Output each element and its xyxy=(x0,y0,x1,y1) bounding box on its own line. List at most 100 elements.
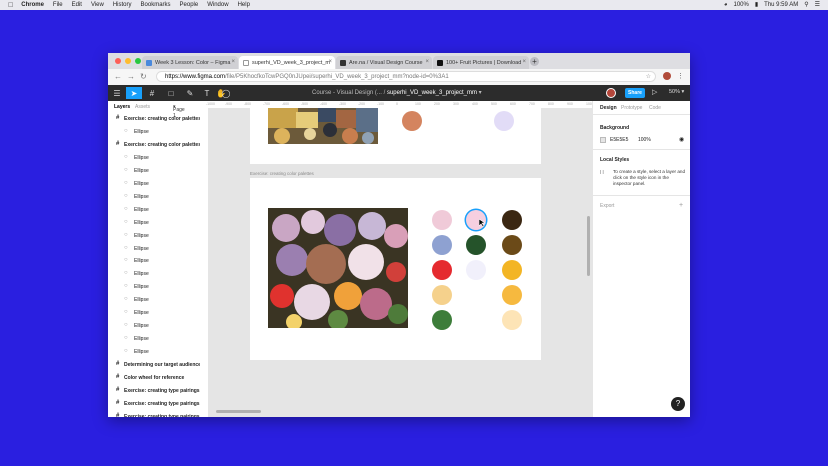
frame-label[interactable]: Exercise: creating color palettes xyxy=(250,171,314,176)
ellipse-icon: ○ xyxy=(124,335,128,342)
forward-icon[interactable]: → xyxy=(127,72,135,81)
tab-fruit-pictures[interactable]: 100+ Fruit Pictures | Download × xyxy=(433,56,529,69)
tab-design[interactable]: Design xyxy=(600,105,617,111)
frame-tool-icon[interactable]: # xyxy=(145,87,159,99)
url-input[interactable]: https://www.figma.com/file/P5KhocfkoTcwP… xyxy=(156,71,656,82)
tab-assets[interactable]: Assets xyxy=(135,104,150,110)
background-hex[interactable]: E5E5E5 xyxy=(610,137,628,143)
tab-layers[interactable]: Layers xyxy=(114,104,130,110)
color-swatch[interactable] xyxy=(466,260,486,280)
help-button[interactable]: ? xyxy=(671,397,685,411)
cursor-icon xyxy=(479,219,486,227)
close-window-button[interactable] xyxy=(115,58,121,64)
ruler-tick-label: -700 xyxy=(263,102,271,106)
close-tab-icon[interactable]: × xyxy=(522,59,526,65)
tab-figma-file[interactable]: superhi_VD_week_3_project_m × xyxy=(239,56,335,69)
menu-history[interactable]: History xyxy=(113,2,132,8)
ruler-tick-label: 900 xyxy=(567,102,573,106)
layer-label: Ellipse xyxy=(134,336,149,343)
color-swatch[interactable] xyxy=(494,111,514,131)
wifi-icon[interactable]: ◕ xyxy=(724,2,728,8)
bookmark-star-icon[interactable]: ☆ xyxy=(646,72,651,83)
hamburger-menu-icon[interactable]: ☰ xyxy=(111,87,123,99)
user-avatar[interactable] xyxy=(606,88,616,98)
color-swatch[interactable] xyxy=(432,260,452,280)
menu-dots-icon[interactable]: ⋮ xyxy=(677,72,684,80)
menu-people[interactable]: People xyxy=(180,2,199,8)
close-tab-icon[interactable]: × xyxy=(425,59,429,65)
minimize-window-button[interactable] xyxy=(125,58,131,64)
fruit-photo[interactable] xyxy=(268,108,378,144)
share-button[interactable]: Share xyxy=(625,88,645,98)
vertical-scrollbar[interactable] xyxy=(587,216,590,276)
color-swatch[interactable] xyxy=(466,235,486,255)
tab-figma-lesson[interactable]: Week 3 Lesson: Color – Figma × xyxy=(142,56,238,69)
zoom-dropdown[interactable]: 50% ▾ xyxy=(669,89,684,95)
text-tool-icon[interactable]: T xyxy=(202,87,212,99)
profile-avatar[interactable] xyxy=(663,72,671,80)
menu-edit[interactable]: Edit xyxy=(72,2,82,8)
file-name: superhi_VD_week_3_project_mm xyxy=(386,90,477,96)
frame-color-palettes[interactable] xyxy=(250,178,541,360)
local-styles-hint: To create a style, select a layer and cl… xyxy=(613,169,686,186)
file-title[interactable]: Course - Visual Design (... / superhi_VD… xyxy=(312,89,482,96)
reload-icon[interactable]: ↻ xyxy=(140,72,147,81)
rectangle-tool-icon[interactable]: □ xyxy=(164,87,178,99)
frame-icon: # xyxy=(116,361,120,368)
color-swatch[interactable] xyxy=(502,210,522,230)
layer-label: Ellipse xyxy=(134,180,149,187)
frame-icon: # xyxy=(116,374,120,380)
color-swatch[interactable] xyxy=(502,310,522,330)
tab-arena[interactable]: Are.na / Visual Design Course × xyxy=(336,56,432,69)
present-play-icon[interactable]: ▷ xyxy=(652,88,657,96)
ellipse-icon: ○ xyxy=(124,296,128,303)
canvas[interactable]: Exercise: creating color palettes xyxy=(208,108,592,417)
background-opacity[interactable]: 100% xyxy=(638,137,651,143)
tab-code[interactable]: Code xyxy=(649,105,661,111)
close-tab-icon[interactable]: × xyxy=(328,59,332,65)
menu-bookmarks[interactable]: Bookmarks xyxy=(141,2,171,8)
menu-file[interactable]: File xyxy=(53,2,63,8)
layer-label: Ellipse xyxy=(134,349,149,356)
mushroom-photo[interactable] xyxy=(268,208,408,328)
color-swatch[interactable] xyxy=(402,111,422,131)
layer-label: Determining our target audience xyxy=(124,362,201,369)
move-tool-icon[interactable]: ➤ xyxy=(126,87,142,99)
frame-icon: # xyxy=(116,386,120,393)
frame-top[interactable] xyxy=(250,108,541,164)
color-swatch[interactable] xyxy=(432,235,452,255)
spotlight-icon[interactable]: ⚲ xyxy=(804,1,808,8)
menu-window[interactable]: Window xyxy=(207,2,228,8)
color-swatch[interactable] xyxy=(502,235,522,255)
background-color-swatch[interactable] xyxy=(600,137,606,143)
battery-icon[interactable]: ▮ xyxy=(755,1,758,8)
color-swatch[interactable] xyxy=(432,210,452,230)
comment-tool-icon[interactable]: ◯ xyxy=(220,87,232,99)
menu-help[interactable]: Help xyxy=(238,2,250,8)
eye-icon[interactable]: ◉ xyxy=(679,136,684,143)
menu-app-name[interactable]: Chrome xyxy=(21,2,44,8)
new-tab-button[interactable]: + xyxy=(530,57,539,66)
apple-icon[interactable]:  xyxy=(8,2,13,9)
ellipse-icon: ○ xyxy=(124,257,128,264)
layer-label: Ellipse xyxy=(134,310,149,317)
color-swatch[interactable] xyxy=(502,260,522,280)
color-swatch[interactable] xyxy=(432,285,452,305)
menu-view[interactable]: View xyxy=(91,2,104,8)
tab-prototype[interactable]: Prototype xyxy=(621,105,642,111)
clock[interactable]: Thu 9:59 AM xyxy=(764,2,798,8)
horizontal-scrollbar[interactable] xyxy=(216,410,261,413)
close-tab-icon[interactable]: × xyxy=(231,59,235,65)
color-swatch[interactable] xyxy=(432,310,452,330)
color-swatch[interactable] xyxy=(502,285,522,305)
back-icon[interactable]: ← xyxy=(114,72,122,81)
pen-tool-icon[interactable]: ✎ xyxy=(183,87,197,99)
page-selector[interactable]: Page 1 ▾ xyxy=(173,104,185,119)
notification-icon[interactable]: ☰ xyxy=(815,1,820,8)
zoom-window-button[interactable] xyxy=(135,58,141,64)
ellipse-icon: ○ xyxy=(124,231,128,238)
project-name: Course - Visual Design (... xyxy=(312,90,382,96)
add-export-icon[interactable]: + xyxy=(679,202,683,209)
ruler-tick-label: -1000 xyxy=(206,102,215,106)
ruler-tick-label: -200 xyxy=(358,102,366,106)
